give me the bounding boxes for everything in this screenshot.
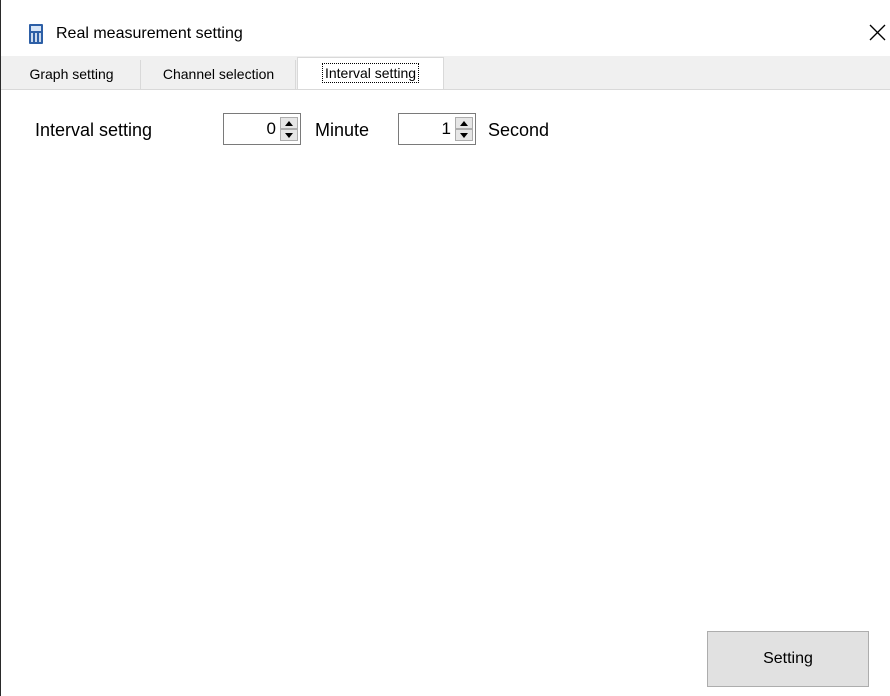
tab-graph-setting[interactable]: Graph setting (3, 60, 141, 89)
close-icon[interactable] (867, 22, 889, 44)
minute-up-arrow-icon[interactable] (280, 117, 298, 129)
calculator-icon (29, 24, 43, 44)
real-measurement-setting-window: Real measurement setting Graph setting C… (0, 0, 890, 696)
tab-label: Interval setting (321, 63, 420, 83)
second-unit-label: Second (488, 120, 550, 140)
minute-input[interactable] (226, 114, 276, 144)
tab-label: Channel selection (162, 66, 275, 82)
tab-channel-selection[interactable]: Channel selection (142, 60, 296, 89)
second-input[interactable] (401, 114, 451, 144)
tab-panel-border (1, 89, 890, 90)
tab-label: Graph setting (29, 66, 114, 82)
minute-stepper-arrows (280, 117, 298, 141)
window-title: Real measurement setting (56, 25, 243, 42)
second-stepper-arrows (455, 117, 473, 141)
minute-unit-label: Minute (315, 120, 370, 140)
second-down-arrow-icon[interactable] (455, 129, 473, 141)
second-stepper[interactable] (398, 113, 476, 145)
minute-down-arrow-icon[interactable] (280, 129, 298, 141)
second-up-arrow-icon[interactable] (455, 117, 473, 129)
minute-stepper[interactable] (223, 113, 301, 145)
interval-setting-label: Interval setting (35, 120, 153, 140)
title-bar: Real measurement setting (1, 0, 890, 56)
setting-button[interactable]: Setting (707, 631, 869, 687)
tab-interval-setting[interactable]: Interval setting (297, 57, 444, 90)
